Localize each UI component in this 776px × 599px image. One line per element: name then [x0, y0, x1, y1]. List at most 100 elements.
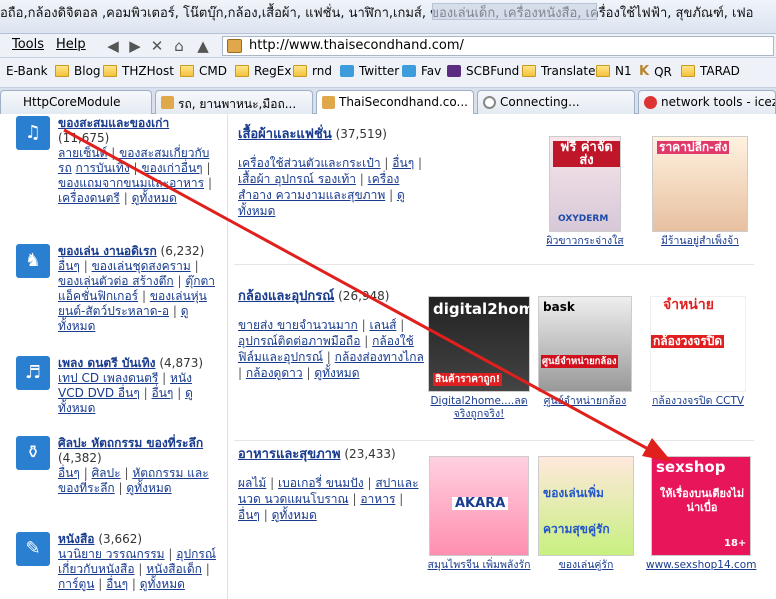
ad-caption[interactable]: ศูนย์จำหน่ายกล้อง: [544, 395, 626, 407]
category-title[interactable]: เพลง ดนตรี บันเทิง: [58, 356, 156, 370]
faded-popup: [432, 3, 597, 20]
category-link[interactable]: ดูทั้งหมด: [140, 577, 185, 591]
category-link[interactable]: การ์ตูน: [58, 577, 94, 591]
menu-tools[interactable]: Tools: [12, 37, 44, 52]
category-title[interactable]: ของเล่น งานอดิเรก: [58, 244, 157, 258]
bookmark-rnd[interactable]: rnd: [293, 64, 332, 78]
section-link[interactable]: ดูทั้งหมด: [314, 366, 359, 380]
category-title[interactable]: ศิลปะ หัตถกรรม ของที่ระลึก: [58, 436, 203, 450]
window-title-bar: อถือ,กล้องดิจิตอล ,คอมพิวเตอร์, โน๊ตบุ๊ก…: [0, 0, 776, 34]
menu-help[interactable]: Help: [56, 37, 86, 52]
bookmark-tarad[interactable]: TARAD: [681, 64, 740, 78]
ad-image: sexshop ให้เรื่องบนเตียงไม่น่าเบื่อ 18+: [651, 456, 751, 556]
section-count: (37,519): [335, 127, 387, 141]
category-link[interactable]: อื่นๆ: [58, 259, 80, 273]
bird-icon: [402, 65, 416, 77]
category-link[interactable]: ลายเซ็นต์: [58, 146, 107, 160]
section-link[interactable]: ผลไม้: [238, 476, 266, 490]
section-link[interactable]: อื่นๆ: [392, 156, 414, 170]
folder-icon: [55, 65, 69, 77]
bookmark-fav[interactable]: Fav: [402, 64, 441, 78]
category-link[interactable]: เทป CD เพลงดนตรี: [58, 371, 158, 385]
section-title[interactable]: กล้องและอุปกรณ์: [238, 289, 334, 304]
ad-thumb-skincare[interactable]: ฟรี ค่าจัดส่ง OXYDERM ผิวขาวกระจ่างใส: [537, 136, 633, 248]
category-link[interactable]: เครื่องดนตรี: [58, 191, 120, 205]
section-link[interactable]: เครื่องใช้ส่วนตัวและกระเป๋า: [238, 156, 381, 170]
bookmark-n1[interactable]: N1: [596, 64, 632, 78]
forward-arrow-icon[interactable]: ▶: [126, 37, 144, 55]
ad-caption[interactable]: กล้องวงจรปิด CCTV: [652, 395, 744, 407]
ad-caption[interactable]: มีร้านอยู่สำเพ็งจ้า: [661, 235, 739, 247]
category-link[interactable]: ของเก่าอื่นๆ: [141, 161, 202, 175]
section-count: (23,433): [344, 447, 396, 461]
ad-caption[interactable]: สมุนไพรจีน เพิ่มพลังรัก: [428, 559, 531, 571]
ad-thumb-cctv[interactable]: จำหน่าย กล้องวงจรปิด กล้องวงจรปิด CCTV: [648, 296, 748, 408]
section-link[interactable]: ดูทั้งหมด: [272, 508, 317, 522]
category-link[interactable]: ดูทั้งหมด: [126, 481, 171, 495]
bookmark-regex[interactable]: RegEx: [235, 64, 291, 78]
category-link[interactable]: อื่นๆ: [58, 466, 80, 480]
ad-caption[interactable]: www.sexshop14.com: [646, 559, 756, 571]
bookmark-ebank[interactable]: E-Bank: [6, 64, 48, 78]
bookmark-scbfund[interactable]: SCBFund: [447, 64, 519, 78]
tab-network-tools[interactable]: network tools - icez: [638, 90, 776, 114]
section-title[interactable]: เสื้อผ้าและแฟชั่น: [238, 127, 332, 142]
category-link[interactable]: ของเล่นตัวต่อ สร้างตึก: [58, 274, 174, 288]
category-link[interactable]: ศิลปะ: [92, 466, 121, 480]
ad-image: ฟรี ค่าจัดส่ง OXYDERM: [549, 136, 621, 232]
folder-icon: [293, 65, 307, 77]
category-link[interactable]: อื่นๆ: [152, 386, 174, 400]
ad-image: จำหน่าย กล้องวงจรปิด: [650, 296, 746, 392]
addon-icon[interactable]: ▲: [194, 37, 212, 55]
tab-thaisecondhand[interactable]: ThaiSecondhand.co...: [316, 90, 474, 114]
category-title[interactable]: หนังสือ: [58, 532, 95, 546]
ad-thumb-couple-toys[interactable]: ของเล่นเพิ่ม ความสุขคู่รัก ของเล่นคู่รัก: [537, 456, 635, 572]
category-link[interactable]: ของเล่นชุดสงคราม: [92, 259, 191, 273]
section-link[interactable]: เบอเกอรี่ ขนมปัง: [278, 476, 364, 490]
section-link[interactable]: กล้องส่องทางไกล: [335, 350, 424, 364]
back-arrow-icon[interactable]: ◀: [104, 37, 122, 55]
site-favicon-icon: [161, 96, 174, 109]
category-link[interactable]: หนังสือเด็ก: [146, 562, 202, 576]
category-link[interactable]: อื่นๆ: [106, 577, 128, 591]
window-title: อถือ,กล้องดิจิตอล ,คอมพิวเตอร์, โน๊ตบุ๊ก…: [0, 6, 754, 21]
stop-icon[interactable]: ✕: [148, 37, 166, 55]
section-link[interactable]: อาหาร: [360, 492, 395, 506]
category-toys: ♞ ของเล่น งานอดิเรก (6,232) อื่นๆ | ของเ…: [16, 244, 221, 334]
ad-thumb-wholesale[interactable]: ราคาปลีก-ส่ง มีร้านอยู่สำเพ็งจ้า: [650, 136, 750, 248]
bookmark-cmd[interactable]: CMD: [180, 64, 227, 78]
bookmark-translate[interactable]: Translate: [522, 64, 596, 78]
section-link[interactable]: อื่นๆ: [238, 508, 260, 522]
category-link[interactable]: การบันเทิง: [76, 161, 130, 175]
bookmark-twitter[interactable]: Twitter: [340, 64, 399, 78]
bookmark-thzhost[interactable]: THZHost: [103, 64, 174, 78]
section-link[interactable]: เสื้อผ้า อุปกรณ์ รองเท้า: [238, 172, 356, 186]
column-divider: [227, 114, 228, 599]
section-link[interactable]: เลนส์: [369, 318, 396, 332]
section-link[interactable]: อุปกรณ์ติดต่อภาพมือถือ: [238, 334, 360, 348]
scb-icon: [447, 65, 461, 77]
bookmark-blog[interactable]: Blog: [55, 64, 101, 78]
address-bar[interactable]: http://www.thaisecondhand.com/: [222, 36, 774, 56]
ad-caption[interactable]: ผิวขาวกระจ่างใส: [546, 235, 623, 247]
bookmark-qr[interactable]: K QR: [639, 64, 672, 79]
home-icon[interactable]: ⌂: [170, 37, 188, 55]
tab-connecting[interactable]: Connecting...: [477, 90, 635, 114]
category-link[interactable]: ดูทั้งหมด: [132, 191, 177, 205]
ad-caption[interactable]: Digital2home....ลดจริงถูกจริง!: [430, 395, 527, 420]
ad-thumb-camera-center[interactable]: bask ศูนย์จำหน่ายกล้อง ศูนย์จำหน่ายกล้อง: [537, 296, 633, 408]
section-title[interactable]: อาหารและสุขภาพ: [238, 447, 341, 462]
ad-thumb-digital2home[interactable]: digital2home สินค้าราคาถูก! Digital2home…: [424, 296, 534, 421]
tab-vehicles[interactable]: รถ, ยานพาหนะ,มือถ...: [155, 90, 313, 114]
folder-icon: [596, 65, 610, 77]
section-link[interactable]: ขายส่ง ขายจำนวนมาก: [238, 318, 358, 332]
section-link[interactable]: กล้องดูดาว: [246, 366, 303, 380]
tab-httpcoremodule[interactable]: HttpCoreModule: [0, 90, 152, 114]
category-link[interactable]: ของแถมจากขนมและอาหาร: [58, 176, 204, 190]
navigation-toolbar: Tools Help ◀ ▶ ✕ ⌂ ▲ http://www.thaisecon…: [0, 34, 776, 58]
ad-thumb-sexshop[interactable]: sexshop ให้เรื่องบนเตียงไม่น่าเบื่อ 18+ …: [646, 456, 756, 572]
category-link[interactable]: นวนิยาย วรรณกรรม: [58, 547, 165, 561]
ad-thumb-akara[interactable]: AKARA สมุนไพรจีน เพิ่มพลังรัก: [424, 456, 534, 572]
category-title[interactable]: ของสะสมและของเก่า: [58, 116, 169, 130]
ad-caption[interactable]: ของเล่นคู่รัก: [559, 559, 614, 571]
